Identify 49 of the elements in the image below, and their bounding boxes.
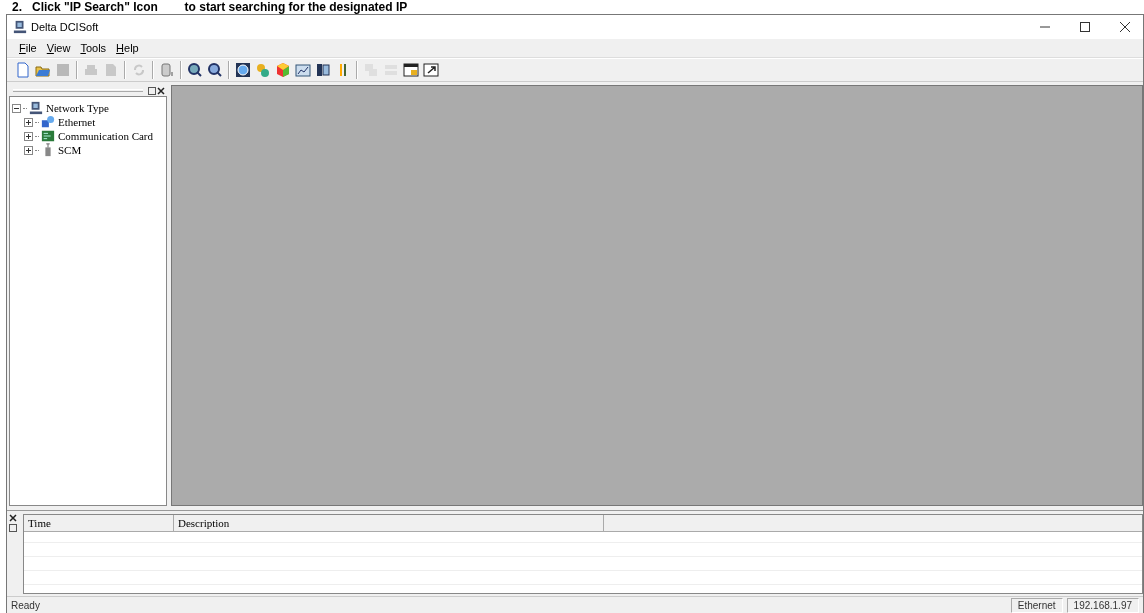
column-header[interactable]: Time <box>24 515 174 531</box>
refresh-icon <box>131 62 147 78</box>
maximize-icon <box>1080 22 1090 32</box>
expand-toggle[interactable] <box>24 131 33 141</box>
plus-icon <box>26 119 31 125</box>
cube-icon <box>275 62 291 78</box>
plus-icon <box>26 147 31 153</box>
menu-item[interactable]: View <box>42 42 75 54</box>
tree-item[interactable]: SCM <box>57 144 83 156</box>
caption-text: 2. Click "IP Search" Icon to start searching for the designated IP <box>12 0 409 14</box>
window-icon <box>403 62 419 78</box>
search-icon <box>207 62 223 78</box>
window-title: Delta DCISoft <box>31 21 99 33</box>
panel-icon <box>315 62 331 78</box>
network-icon <box>41 115 55 129</box>
chart-icon <box>295 62 311 78</box>
menu-item[interactable]: File <box>15 42 41 54</box>
menu-item[interactable]: Help <box>112 42 143 54</box>
save-icon <box>55 62 71 78</box>
search-icon <box>187 62 203 78</box>
collapse-toggle[interactable] <box>12 103 21 113</box>
tree-item[interactable]: Network Type <box>45 102 110 114</box>
expand-toggle[interactable] <box>24 145 33 155</box>
plus-icon <box>26 133 31 139</box>
printer-icon <box>83 62 99 78</box>
globe-icon <box>235 62 251 78</box>
status-pane: Ethernet <box>1010 597 1063 613</box>
restore-icon[interactable] <box>148 86 156 95</box>
tree-item[interactable]: Ethernet <box>57 116 97 128</box>
column-header[interactable]: Description <box>174 515 604 531</box>
status-text: Ready <box>11 599 41 611</box>
computer-icon <box>13 20 27 34</box>
minus-icon <box>14 105 19 111</box>
document-icon <box>103 62 119 78</box>
restore-icon[interactable] <box>9 524 17 532</box>
toolbar-button[interactable] <box>401 60 421 80</box>
circuit-board-icon <box>41 129 55 143</box>
close-icon[interactable] <box>157 86 165 95</box>
menu-item[interactable]: Tools <box>76 42 111 54</box>
device-icon <box>159 62 175 78</box>
toolbar-button[interactable] <box>421 60 441 80</box>
tree-item[interactable]: Communication Card <box>57 130 154 142</box>
status-pane: 192.168.1.97 <box>1066 597 1139 613</box>
computer-icon <box>29 101 43 115</box>
expand-toggle[interactable] <box>24 117 33 127</box>
new-document-icon <box>15 62 31 78</box>
close-icon[interactable] <box>9 514 17 522</box>
close-icon <box>1120 22 1130 32</box>
toolbar-button[interactable] <box>233 60 253 80</box>
